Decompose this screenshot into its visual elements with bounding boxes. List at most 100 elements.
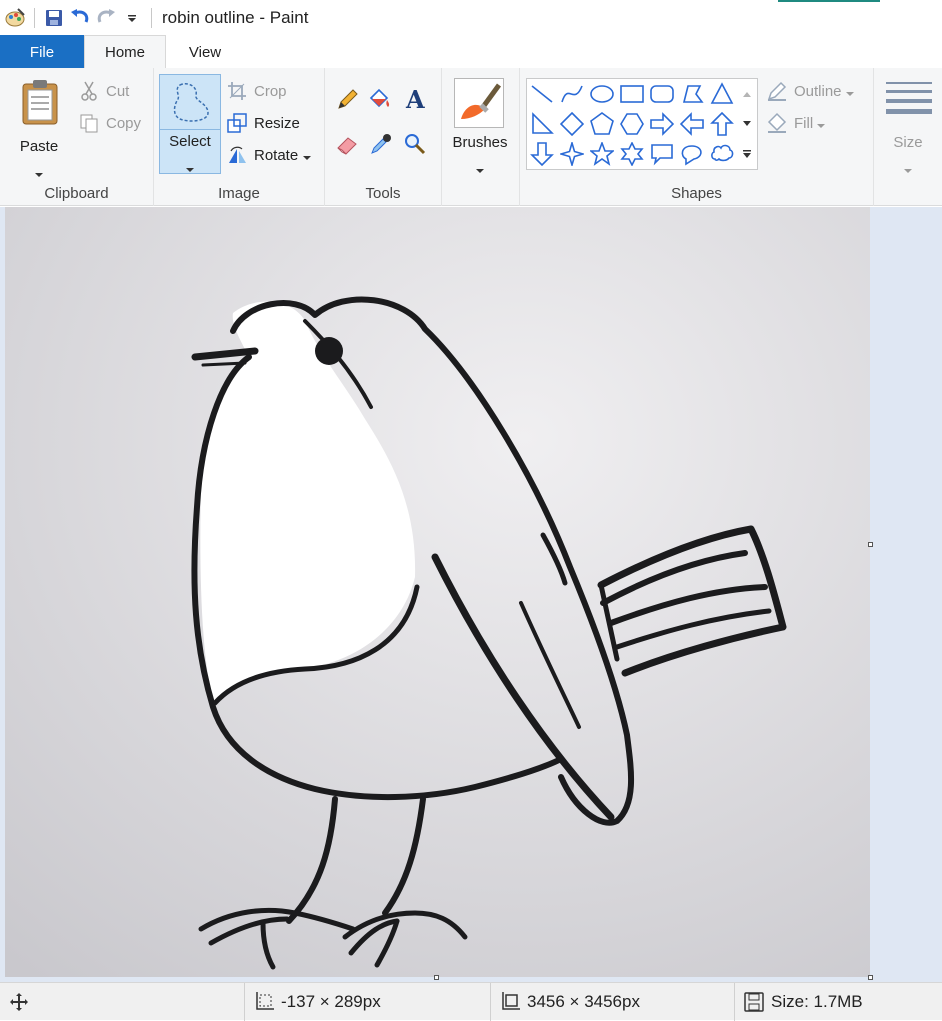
move-cursor-icon <box>8 991 30 1013</box>
fill-button[interactable]: Fill <box>766 110 826 136</box>
rounded-rectangle-shape-icon[interactable] <box>647 79 677 109</box>
paste-label: Paste <box>19 138 59 155</box>
svg-text:A: A <box>405 86 425 112</box>
quick-access-toolbar: robin outline - Paint <box>0 0 308 36</box>
diamond-shape-icon[interactable] <box>557 109 587 139</box>
size-label: Size <box>893 134 923 151</box>
cut-button[interactable]: Cut <box>78 78 129 104</box>
robin-drawing <box>5 207 870 977</box>
color-picker-icon[interactable] <box>369 132 395 158</box>
down-arrow-shape-icon[interactable] <box>527 139 557 169</box>
eraser-icon[interactable] <box>335 132 361 158</box>
title-accent-line <box>778 0 880 2</box>
brushes-dropdown-caret <box>476 160 484 178</box>
scissors-icon <box>78 80 100 102</box>
drawing-canvas[interactable] <box>5 207 870 977</box>
window-title: robin outline - Paint <box>162 8 309 27</box>
select-dropdown-caret <box>186 159 194 177</box>
cloud-callout-shape-icon[interactable] <box>707 139 737 169</box>
right-arrow-shape-icon[interactable] <box>647 109 677 139</box>
rectangular-callout-shape-icon[interactable] <box>647 139 677 169</box>
fill-bucket-icon[interactable] <box>367 88 395 114</box>
status-dimensions-segment: 3456 × 3456px <box>490 983 734 1021</box>
outline-button[interactable]: Outline <box>766 78 854 104</box>
title-bar: robin outline - Paint <box>0 0 942 36</box>
five-point-star-shape-icon[interactable] <box>587 139 617 169</box>
ribbon-tabs: File Home View <box>0 35 942 70</box>
undo-icon[interactable] <box>67 5 93 31</box>
copy-icon <box>78 112 100 134</box>
clipboard-group: Paste Cut Copy Clipboard <box>0 68 154 206</box>
brushes-button[interactable]: Brushes <box>448 76 512 173</box>
resize-button[interactable]: Resize <box>226 110 300 136</box>
four-point-star-shape-icon[interactable] <box>557 139 587 169</box>
save-icon[interactable] <box>41 5 67 31</box>
select-button[interactable]: Select <box>159 74 221 174</box>
size-group: Size <box>874 68 942 206</box>
crop-icon <box>226 80 248 102</box>
tools-group: A Tools <box>325 68 442 206</box>
rotate-label: Rotate <box>254 146 299 164</box>
magnifier-icon[interactable] <box>403 132 429 158</box>
polygon-shape-icon[interactable] <box>677 79 707 109</box>
resize-handle-right[interactable] <box>868 542 873 547</box>
tab-home[interactable]: Home <box>84 35 166 70</box>
fill-bucket-outline-icon <box>766 112 788 134</box>
gallery-scroll-up-icon[interactable] <box>737 79 757 109</box>
pentagon-shape-icon[interactable] <box>587 109 617 139</box>
gallery-expand-icon[interactable] <box>737 139 757 169</box>
size-button[interactable]: Size <box>880 76 936 173</box>
line-shape-icon[interactable] <box>527 79 557 109</box>
crop-label: Crop <box>254 82 287 100</box>
file-size-text: Size: 1.7MB <box>771 992 863 1011</box>
rotate-icon <box>226 144 248 166</box>
crop-button[interactable]: Crop <box>226 78 287 104</box>
pencil-icon[interactable] <box>335 88 361 114</box>
paint-app-icon[interactable] <box>2 5 28 31</box>
clipboard-group-label: Clipboard <box>44 185 109 202</box>
status-move-segment <box>0 983 36 1021</box>
image-group: Select Crop Resize Rotate Image <box>154 68 325 206</box>
triangle-shape-icon[interactable] <box>707 79 737 109</box>
shapes-group-label: Shapes <box>671 185 722 202</box>
status-bar: -137 × 289px 3456 × 3456px Size: 1.7MB <box>0 982 942 1021</box>
resize-handle-bottom[interactable] <box>434 975 439 980</box>
paste-button[interactable]: Paste <box>8 74 70 177</box>
cursor-position-text: -137 × 289px <box>281 992 381 1011</box>
up-arrow-shape-icon[interactable] <box>707 109 737 139</box>
redo-icon[interactable] <box>93 5 119 31</box>
oval-shape-icon[interactable] <box>587 79 617 109</box>
oval-callout-shape-icon[interactable] <box>677 139 707 169</box>
fill-label: Fill <box>794 114 814 132</box>
line-width-icon <box>884 80 934 125</box>
gallery-scroll-down-icon[interactable] <box>737 109 757 139</box>
disk-icon <box>743 991 765 1013</box>
rotate-dropdown-caret <box>303 147 312 164</box>
rotate-button[interactable]: Rotate <box>226 142 312 168</box>
shapes-gallery <box>526 78 758 170</box>
select-split-line <box>160 129 220 130</box>
tab-view[interactable]: View <box>166 35 244 69</box>
customize-quick-access-icon[interactable] <box>119 5 145 31</box>
outline-pen-icon <box>766 80 788 102</box>
toolbar-separator <box>151 8 152 28</box>
image-dimensions-text: 3456 × 3456px <box>527 992 640 1011</box>
six-point-star-shape-icon[interactable] <box>617 139 647 169</box>
status-selection-segment: -137 × 289px <box>244 983 490 1021</box>
rectangle-shape-icon[interactable] <box>617 79 647 109</box>
brush-icon <box>454 78 504 128</box>
status-filesize-segment: Size: 1.7MB <box>734 983 942 1021</box>
hexagon-shape-icon[interactable] <box>617 109 647 139</box>
copy-label: Copy <box>106 114 142 132</box>
right-triangle-shape-icon[interactable] <box>527 109 557 139</box>
canvas-workspace <box>0 207 942 982</box>
outline-label: Outline <box>794 82 842 100</box>
tab-file[interactable]: File <box>0 35 84 69</box>
text-tool-icon[interactable]: A <box>403 85 431 114</box>
resize-handle-corner[interactable] <box>868 975 873 980</box>
size-dropdown-caret <box>904 160 912 178</box>
curve-shape-icon[interactable] <box>557 79 587 109</box>
selection-size-icon <box>253 991 275 1013</box>
copy-button[interactable]: Copy <box>78 110 141 136</box>
left-arrow-shape-icon[interactable] <box>677 109 707 139</box>
